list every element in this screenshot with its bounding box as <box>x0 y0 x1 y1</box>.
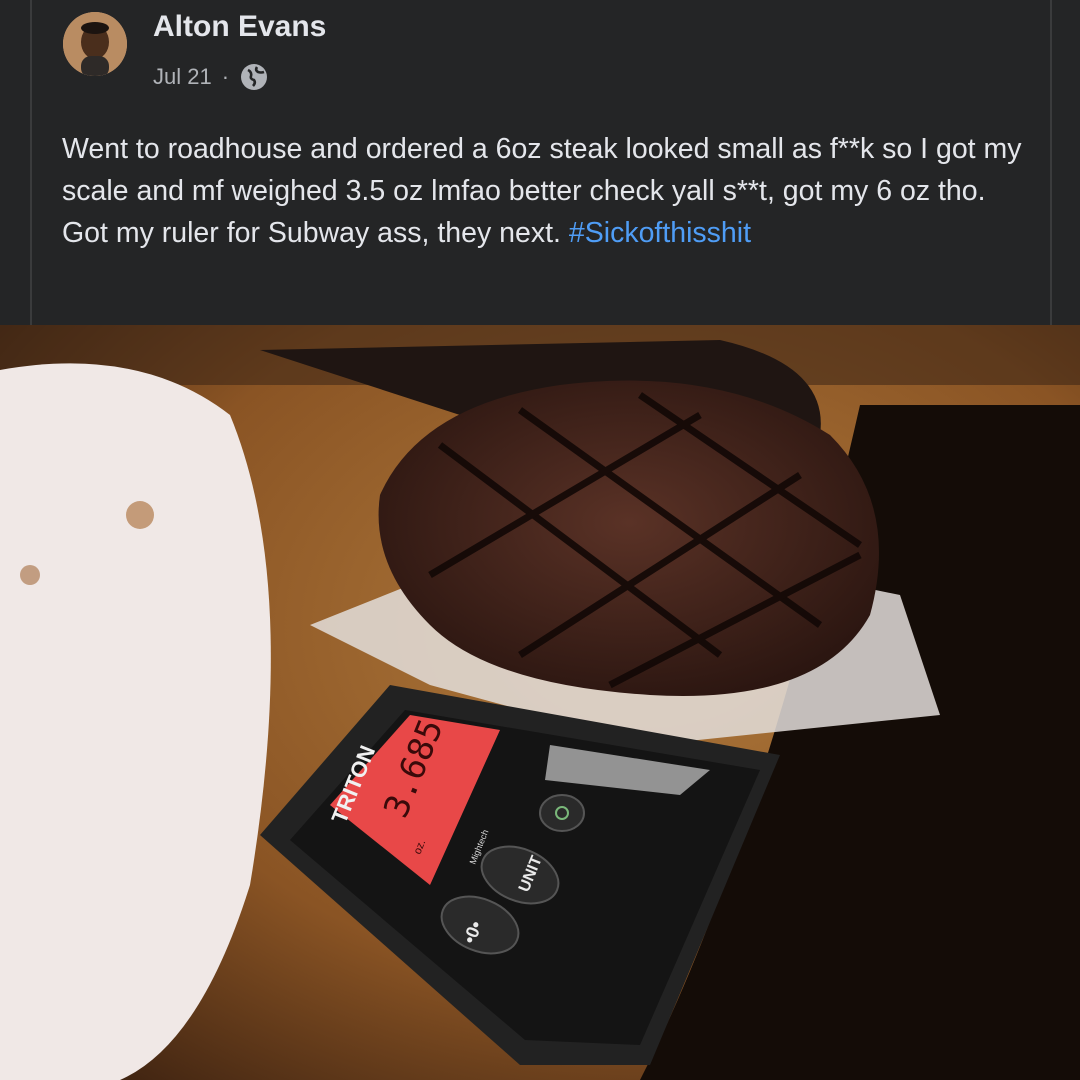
post-meta: Jul 21 · <box>153 60 269 94</box>
globe-icon[interactable] <box>239 62 269 92</box>
post-date[interactable]: Jul 21 <box>153 64 212 90</box>
post-photo[interactable]: TRITON 3.685 oz. Mightech UNIT •0• <box>0 325 1080 1080</box>
meta-separator: · <box>221 64 230 89</box>
author-avatar[interactable] <box>63 12 127 76</box>
author-name[interactable]: Alton Evans <box>153 10 326 44</box>
facebook-post: Alton Evans Jul 21 · Went to roadhouse a… <box>0 0 1080 1080</box>
post-body: Went to roadhouse and ordered a 6oz stea… <box>62 133 1022 249</box>
post-text: Went to roadhouse and ordered a 6oz stea… <box>62 128 1022 254</box>
scale-power-button <box>539 794 585 832</box>
hashtag-link[interactable]: #Sickofthisshit <box>569 217 751 249</box>
post-border-left <box>30 0 32 325</box>
post-border-right <box>1050 0 1052 325</box>
